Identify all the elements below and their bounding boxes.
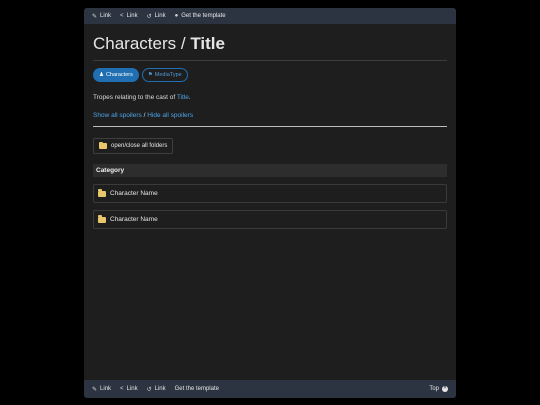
toggle-all-folders-button[interactable]: open/close all folders — [93, 138, 174, 154]
nav-link-edit[interactable]: ✎ Link — [92, 386, 111, 393]
nav-link-label: Link — [154, 386, 166, 392]
nav-link-label: Link — [100, 386, 112, 392]
character-name: Character Name — [110, 216, 158, 223]
character-folder[interactable]: Character Name — [93, 210, 447, 229]
top-label: Top — [429, 386, 439, 392]
share-icon: < — [120, 386, 124, 392]
folder-icon — [99, 141, 107, 149]
page-title-prefix: Characters / — [93, 34, 191, 53]
pencil-icon: ✎ — [92, 13, 98, 20]
category-pills: ♟ Characters ⚑ MediaType — [93, 68, 447, 82]
description-title-link[interactable]: Title — [177, 94, 189, 101]
top-navbar: ✎ Link < Link ↺ Link ● Get the template — [84, 8, 456, 24]
pill-label: MediaType — [154, 72, 182, 78]
share-icon: < — [120, 13, 124, 19]
character-name: Character Name — [110, 190, 158, 197]
pencil-icon: ✎ — [92, 386, 98, 393]
page-container: ✎ Link < Link ↺ Link ● Get the template … — [84, 8, 456, 398]
nav-link-share[interactable]: < Link — [120, 386, 138, 392]
nav-link-edit[interactable]: ✎ Link — [92, 13, 111, 20]
history-icon: ↺ — [146, 386, 152, 393]
description-text: Tropes relating to the cast of — [93, 94, 177, 101]
spoiler-controls: Show all spoilers / Hide all spoilers — [93, 112, 447, 119]
character-folder[interactable]: Character Name — [93, 184, 447, 203]
page-title-name: Title — [190, 34, 225, 53]
category-header: Category — [93, 164, 447, 177]
flag-icon: ⚑ — [147, 72, 153, 78]
folder-icon — [98, 215, 106, 223]
nav-link-history[interactable]: ↺ Link — [147, 386, 166, 393]
hide-spoilers-link[interactable]: Hide all spoilers — [147, 112, 193, 119]
pill-mediatype[interactable]: ⚑ MediaType — [141, 68, 188, 82]
nav-link-share[interactable]: < Link — [120, 13, 138, 19]
nav-link-label: Link — [100, 13, 112, 19]
nav-link-label: Link — [126, 13, 138, 19]
toggle-all-folders-label: open/close all folders — [111, 143, 168, 149]
nav-link-label: Get the template — [181, 13, 226, 19]
person-icon: ♟ — [99, 72, 104, 78]
nav-link-get-template[interactable]: Get the template — [175, 386, 219, 392]
speech-bubble-icon: ● — [174, 13, 179, 19]
folder-icon — [98, 189, 106, 197]
nav-link-label: Get the template — [174, 386, 219, 392]
nav-link-label: Link — [126, 386, 138, 392]
bottom-navbar: ✎ Link < Link ↺ Link Get the template To… — [84, 380, 456, 398]
history-icon: ↺ — [146, 13, 152, 20]
nav-link-history[interactable]: ↺ Link — [147, 13, 166, 20]
back-to-top-button[interactable]: Top ^ — [429, 386, 448, 392]
arrow-up-icon: ^ — [442, 386, 448, 392]
nav-link-label: Link — [154, 13, 166, 19]
pill-characters[interactable]: ♟ Characters — [93, 68, 139, 82]
main-content: Characters / Title ♟ Characters ⚑ MediaT… — [93, 34, 447, 229]
show-spoilers-link[interactable]: Show all spoilers — [93, 112, 142, 119]
divider — [93, 126, 447, 127]
nav-link-get-template[interactable]: ● Get the template — [175, 13, 226, 19]
description-end: . — [188, 94, 191, 101]
description: Tropes relating to the cast of Title. — [93, 94, 447, 101]
page-title: Characters / Title — [93, 34, 447, 61]
pill-label: Characters — [105, 72, 133, 78]
